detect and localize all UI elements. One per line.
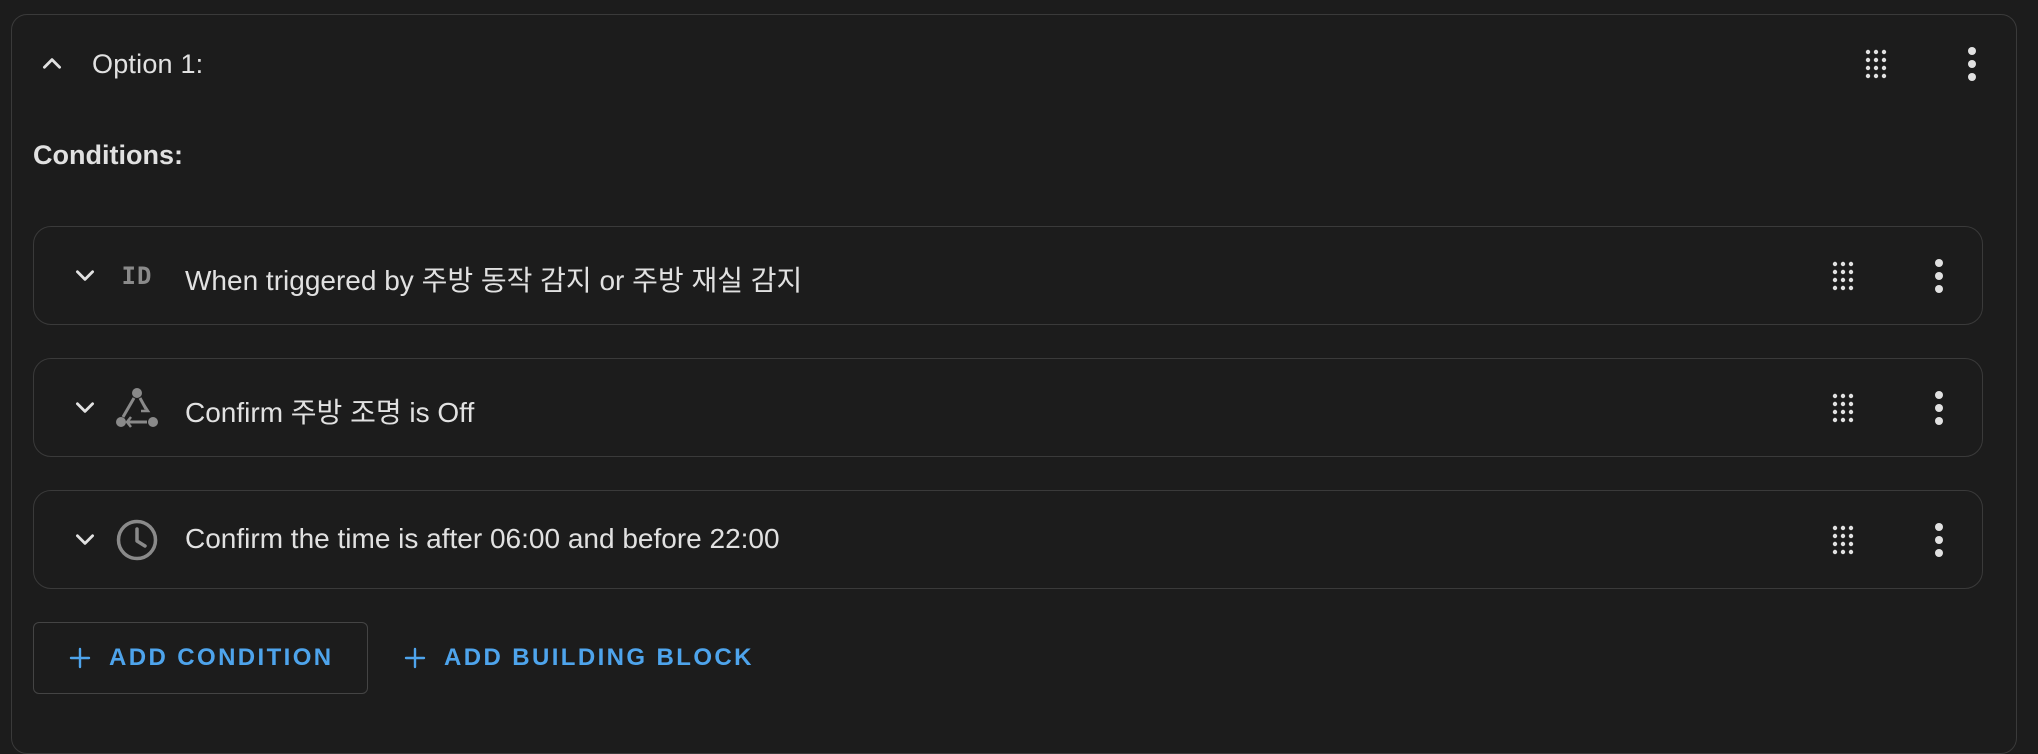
drag-handle-icon[interactable] (1852, 40, 1900, 88)
option-title: Option 1: (92, 49, 204, 79)
more-vertical-icon[interactable] (1915, 252, 1963, 300)
add-condition-button[interactable]: ADD CONDITION (33, 622, 368, 694)
add-condition-label: ADD CONDITION (109, 644, 334, 671)
add-building-block-button[interactable]: ADD BUILDING BLOCK (400, 622, 754, 694)
chevron-down-icon[interactable] (65, 255, 105, 295)
drag-handle-icon[interactable] (1819, 252, 1867, 300)
condition-row[interactable]: ID When triggered by 주방 동작 감지 or 주방 재실 감… (33, 226, 1983, 325)
condition-row[interactable]: Confirm 주방 조명 is Off (33, 358, 1983, 457)
conditions-heading: Conditions: (33, 140, 183, 170)
plus-icon (69, 647, 91, 669)
chevron-down-icon[interactable] (65, 519, 105, 559)
more-vertical-icon[interactable] (1948, 40, 1996, 88)
clock-icon (114, 517, 160, 563)
condition-label: Confirm the time is after 06:00 and befo… (185, 523, 780, 554)
condition-label: When triggered by 주방 동작 감지 or 주방 재실 감지 (185, 265, 803, 296)
id-icon: ID (114, 253, 160, 299)
plus-icon (404, 647, 426, 669)
chevron-up-icon[interactable] (32, 44, 72, 84)
more-vertical-icon[interactable] (1915, 516, 1963, 564)
device-state-icon (114, 385, 160, 431)
condition-row[interactable]: Confirm the time is after 06:00 and befo… (33, 490, 1983, 589)
drag-handle-icon[interactable] (1819, 384, 1867, 432)
chevron-down-icon[interactable] (65, 387, 105, 427)
id-icon-text: ID (121, 262, 153, 290)
option-header[interactable]: Option 1: (12, 15, 2016, 113)
condition-label: Confirm 주방 조명 is Off (185, 397, 475, 428)
more-vertical-icon[interactable] (1915, 384, 1963, 432)
add-building-block-label: ADD BUILDING BLOCK (444, 644, 754, 671)
drag-handle-icon[interactable] (1819, 516, 1867, 564)
